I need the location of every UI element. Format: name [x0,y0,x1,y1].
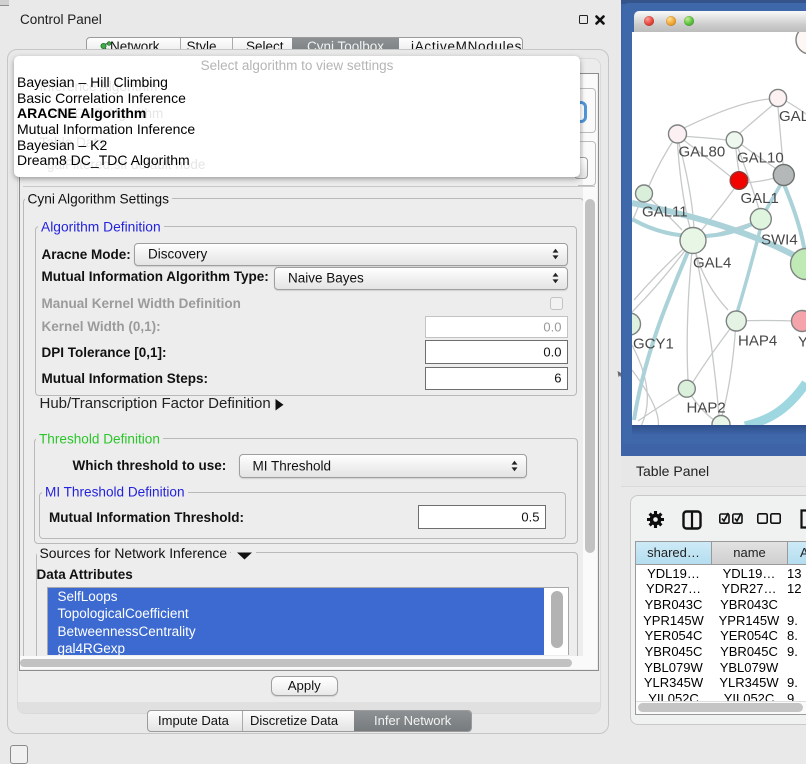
svg-text:GAL2: GAL2 [779,108,806,125]
svg-text:GAL1: GAL1 [741,190,779,207]
svg-text:GAL10: GAL10 [737,150,784,167]
svg-text:HAP2: HAP2 [687,400,726,417]
svg-text:GAL11: GAL11 [642,204,688,221]
svg-text:GAL4: GAL4 [693,255,731,272]
svg-text:SWI4: SWI4 [761,232,798,249]
svg-text:HAP4: HAP4 [738,333,777,350]
svg-text:GCY1: GCY1 [633,336,674,353]
svg-text:YM: YM [798,334,806,351]
svg-text:GAL80: GAL80 [679,144,726,161]
